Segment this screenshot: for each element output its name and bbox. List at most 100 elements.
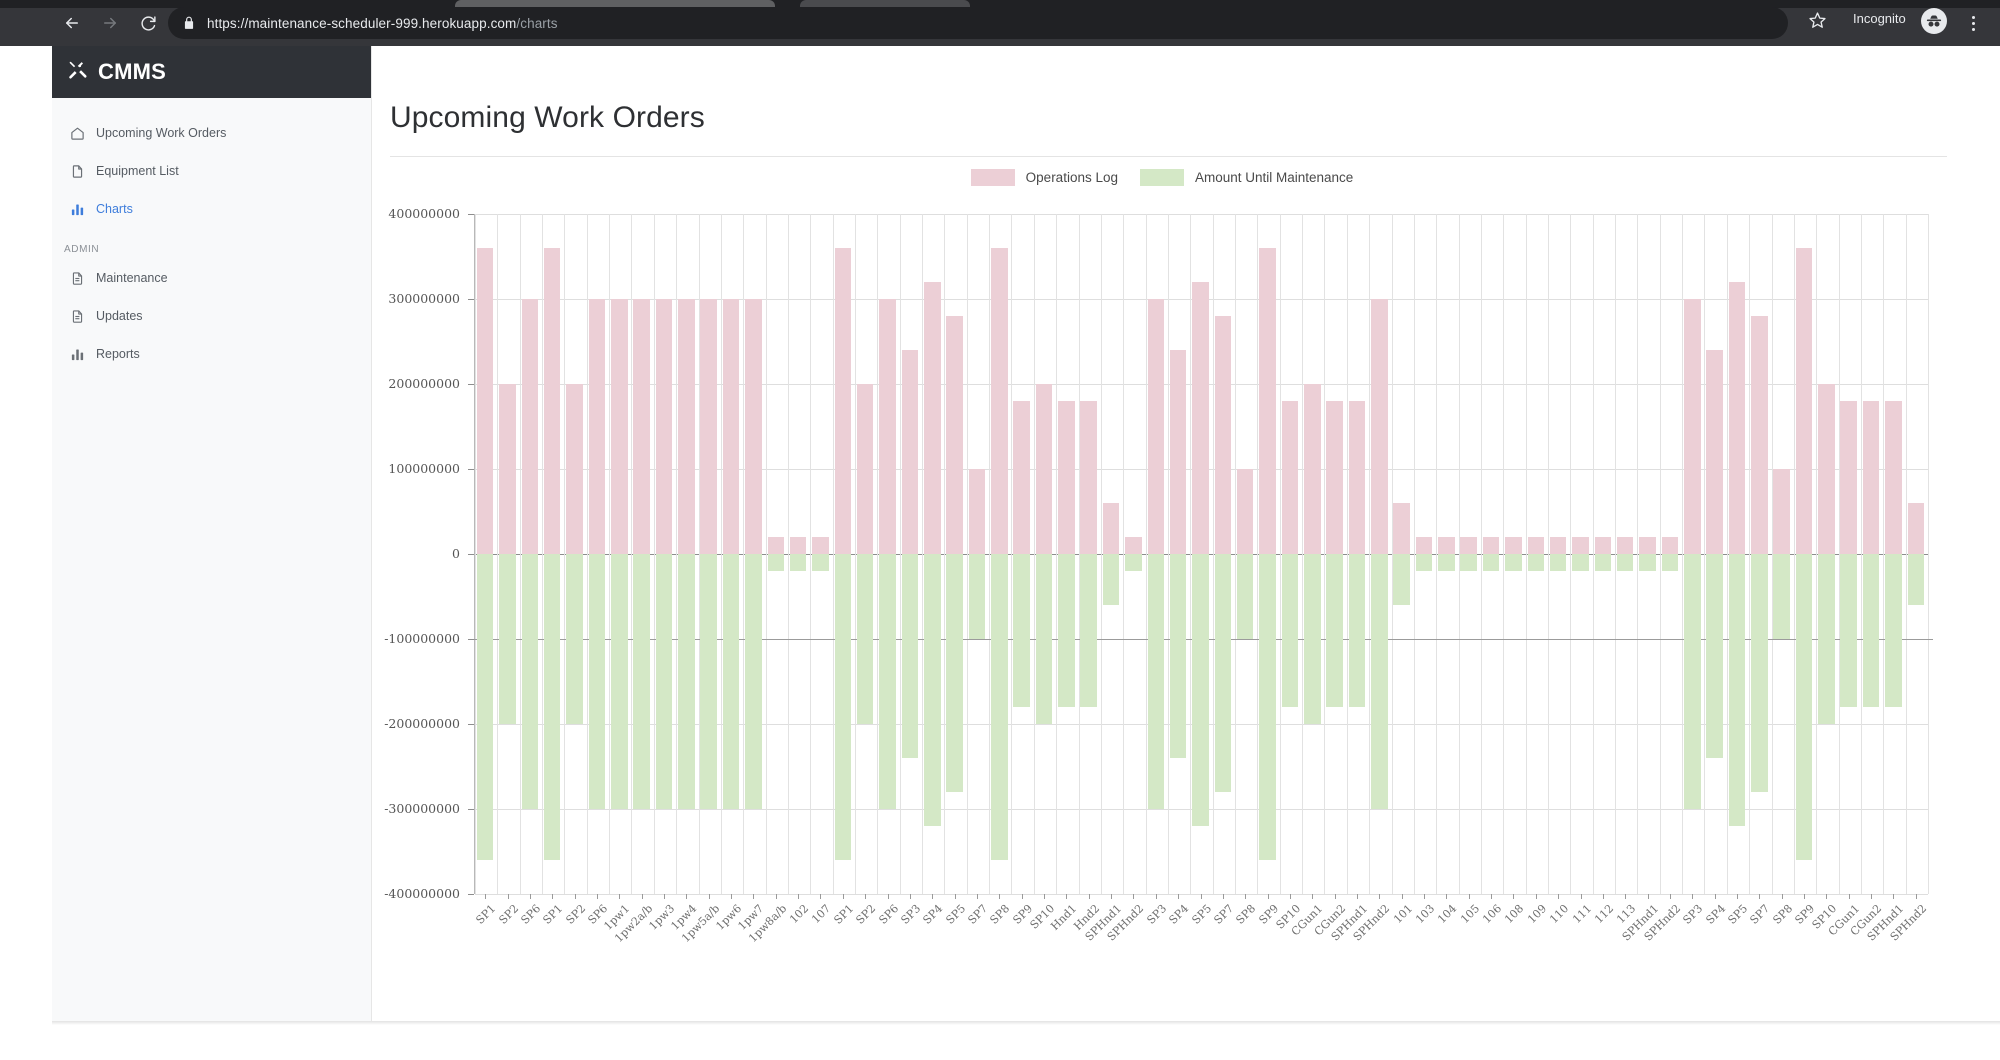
bar-amount-until-maintenance[interactable] xyxy=(1214,554,1232,792)
bar-operations-log[interactable] xyxy=(1460,537,1477,554)
bar-amount-until-maintenance[interactable] xyxy=(1035,554,1053,724)
bar-operations-log[interactable] xyxy=(834,248,852,554)
bar-amount-until-maintenance[interactable] xyxy=(633,554,650,809)
bar-amount-until-maintenance[interactable] xyxy=(1460,554,1477,571)
bar-operations-log[interactable] xyxy=(1348,401,1366,554)
bar-operations-log[interactable] xyxy=(655,299,673,554)
bar-amount-until-maintenance[interactable] xyxy=(1482,554,1500,571)
bar-operations-log[interactable] xyxy=(1259,248,1276,554)
bar-operations-log[interactable] xyxy=(1080,401,1097,554)
bar-operations-log[interactable] xyxy=(1393,503,1410,554)
bar-amount-until-maintenance[interactable] xyxy=(923,554,941,826)
bar-amount-until-maintenance[interactable] xyxy=(700,554,717,809)
bar-operations-log[interactable] xyxy=(700,299,717,554)
bar-operations-log[interactable] xyxy=(543,248,561,554)
bar-operations-log[interactable] xyxy=(1169,350,1187,554)
bar-amount-until-maintenance[interactable] xyxy=(1236,554,1254,639)
bar-operations-log[interactable] xyxy=(611,299,628,554)
bar-amount-until-maintenance[interactable] xyxy=(1728,554,1746,826)
back-arrow-icon[interactable] xyxy=(58,9,86,37)
bar-operations-log[interactable] xyxy=(633,299,650,554)
bar-operations-log[interactable] xyxy=(1862,401,1880,554)
bar-operations-log[interactable] xyxy=(1818,384,1835,554)
bar-operations-log[interactable] xyxy=(767,537,785,554)
bar-amount-until-maintenance[interactable] xyxy=(1415,554,1433,571)
bar-operations-log[interactable] xyxy=(946,316,963,554)
reload-icon[interactable] xyxy=(134,9,162,37)
bar-operations-log[interactable] xyxy=(856,384,874,554)
bar-operations-log[interactable] xyxy=(678,299,695,554)
bar-amount-until-maintenance[interactable] xyxy=(1326,554,1343,707)
bar-amount-until-maintenance[interactable] xyxy=(1303,554,1321,724)
sidebar-item-upcoming-work-orders[interactable]: Upcoming Work Orders xyxy=(52,114,371,152)
bar-operations-log[interactable] xyxy=(1684,299,1701,554)
bar-amount-until-maintenance[interactable] xyxy=(655,554,673,809)
bar-amount-until-maintenance[interactable] xyxy=(1751,554,1768,792)
bar-operations-log[interactable] xyxy=(521,299,539,554)
bar-amount-until-maintenance[interactable] xyxy=(968,554,986,639)
bar-operations-log[interactable] xyxy=(1058,401,1075,554)
bar-amount-until-maintenance[interactable] xyxy=(566,554,583,724)
bar-operations-log[interactable] xyxy=(1706,350,1723,554)
bar-amount-until-maintenance[interactable] xyxy=(588,554,606,809)
bar-amount-until-maintenance[interactable] xyxy=(1013,554,1030,707)
bar-amount-until-maintenance[interactable] xyxy=(1058,554,1075,707)
bar-amount-until-maintenance[interactable] xyxy=(991,554,1008,860)
bar-operations-log[interactable] xyxy=(1102,503,1120,554)
bar-operations-log[interactable] xyxy=(968,469,986,554)
bar-amount-until-maintenance[interactable] xyxy=(901,554,919,758)
bar-amount-until-maintenance[interactable] xyxy=(812,554,829,571)
bar-operations-log[interactable] xyxy=(1840,401,1858,554)
address-bar[interactable]: https://maintenance-scheduler-999.heroku… xyxy=(168,7,1788,39)
bar-operations-log[interactable] xyxy=(1505,537,1522,554)
bar-operations-log[interactable] xyxy=(1527,537,1545,554)
bar-operations-log[interactable] xyxy=(1415,537,1433,554)
bar-amount-until-maintenance[interactable] xyxy=(879,554,896,809)
bar-amount-until-maintenance[interactable] xyxy=(1840,554,1858,707)
bar-amount-until-maintenance[interactable] xyxy=(1102,554,1120,605)
bar-amount-until-maintenance[interactable] xyxy=(1616,554,1634,571)
bar-amount-until-maintenance[interactable] xyxy=(767,554,785,571)
bar-operations-log[interactable] xyxy=(1303,384,1321,554)
bar-operations-log[interactable] xyxy=(1728,282,1746,554)
bar-amount-until-maintenance[interactable] xyxy=(1549,554,1567,571)
bar-amount-until-maintenance[interactable] xyxy=(745,554,762,809)
bar-operations-log[interactable] xyxy=(566,384,583,554)
bar-operations-log[interactable] xyxy=(1594,537,1612,554)
legend-entry-amount-until-maintenance[interactable]: Amount Until Maintenance xyxy=(1139,168,1353,186)
bar-amount-until-maintenance[interactable] xyxy=(1527,554,1545,571)
bar-amount-until-maintenance[interactable] xyxy=(1661,554,1679,571)
bar-operations-log[interactable] xyxy=(1214,316,1232,554)
bar-operations-log[interactable] xyxy=(476,248,494,554)
bar-amount-until-maintenance[interactable] xyxy=(1572,554,1589,571)
bar-operations-log[interactable] xyxy=(588,299,606,554)
bar-amount-until-maintenance[interactable] xyxy=(1885,554,1902,707)
bar-amount-until-maintenance[interactable] xyxy=(1348,554,1366,707)
bar-operations-log[interactable] xyxy=(1326,401,1343,554)
bar-amount-until-maintenance[interactable] xyxy=(856,554,874,724)
bar-operations-log[interactable] xyxy=(901,350,919,554)
bar-operations-log[interactable] xyxy=(1616,537,1634,554)
bar-operations-log[interactable] xyxy=(1773,469,1790,554)
bar-amount-until-maintenance[interactable] xyxy=(476,554,494,860)
bar-amount-until-maintenance[interactable] xyxy=(1438,554,1455,571)
bar-operations-log[interactable] xyxy=(1885,401,1902,554)
bar-amount-until-maintenance[interactable] xyxy=(611,554,628,809)
bar-amount-until-maintenance[interactable] xyxy=(499,554,516,724)
bar-operations-log[interactable] xyxy=(1438,537,1455,554)
bar-amount-until-maintenance[interactable] xyxy=(1818,554,1835,724)
bar-amount-until-maintenance[interactable] xyxy=(1371,554,1388,809)
sidebar-item-equipment-list[interactable]: Equipment List xyxy=(52,152,371,190)
bar-operations-log[interactable] xyxy=(1013,401,1030,554)
profile-label[interactable]: Incognito xyxy=(1853,11,1906,26)
bar-amount-until-maintenance[interactable] xyxy=(1639,554,1656,571)
bar-amount-until-maintenance[interactable] xyxy=(1773,554,1790,639)
bar-amount-until-maintenance[interactable] xyxy=(722,554,740,809)
bar-operations-log[interactable] xyxy=(1907,503,1925,554)
bar-operations-log[interactable] xyxy=(499,384,516,554)
bar-amount-until-maintenance[interactable] xyxy=(834,554,852,860)
bar-operations-log[interactable] xyxy=(812,537,829,554)
sidebar-item-maintenance[interactable]: Maintenance xyxy=(52,259,371,297)
bar-operations-log[interactable] xyxy=(745,299,762,554)
bar-operations-log[interactable] xyxy=(1751,316,1768,554)
